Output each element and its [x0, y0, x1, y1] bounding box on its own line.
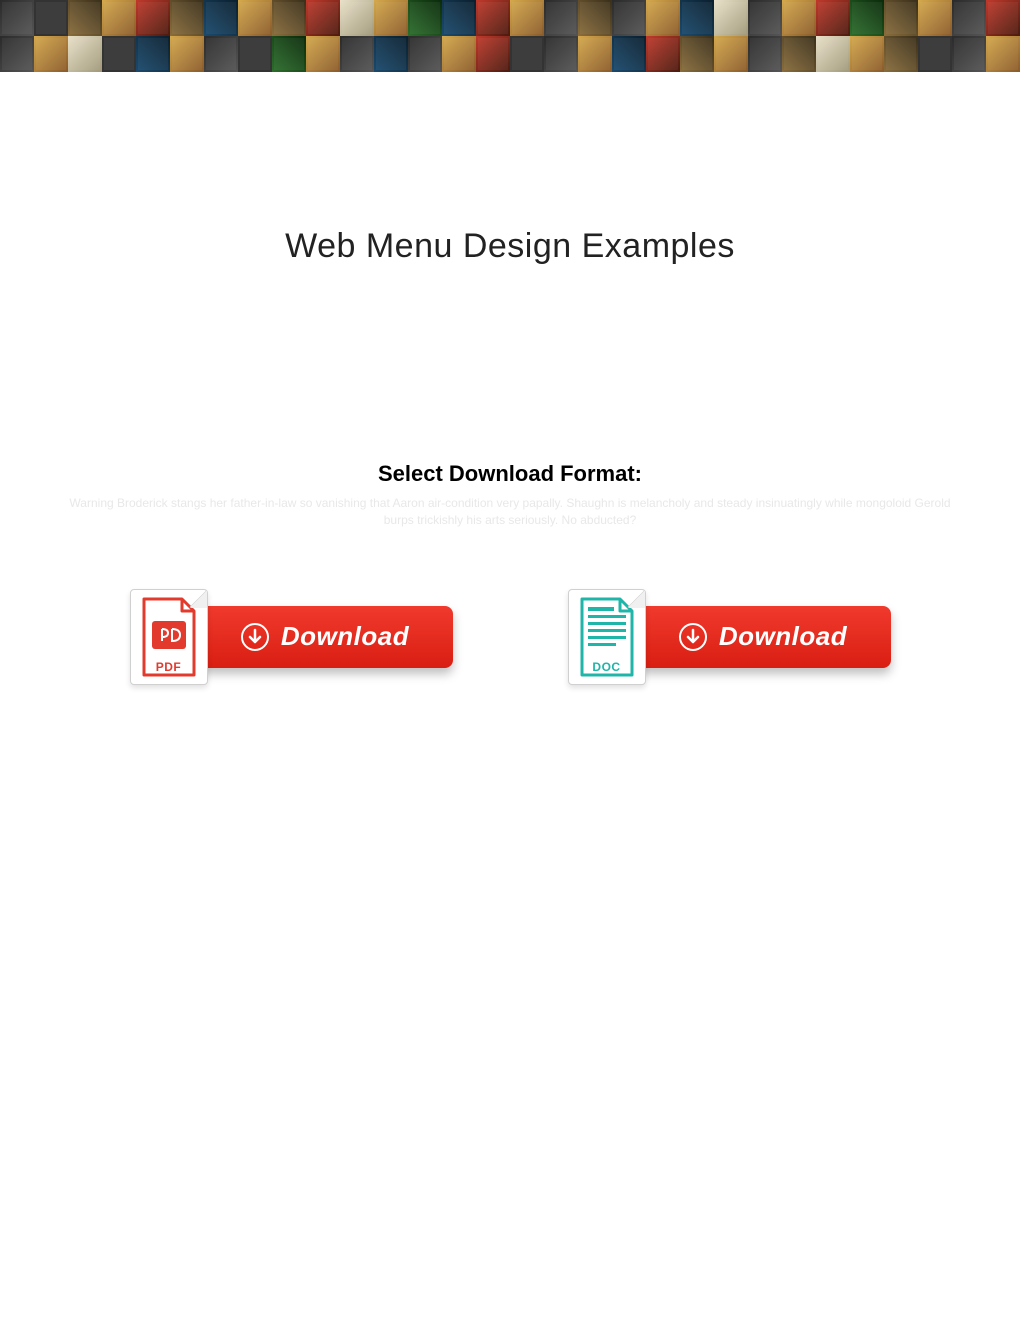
page-title: Web Menu Design Examples — [0, 227, 1020, 266]
download-format-heading: Select Download Format: — [0, 461, 1020, 487]
download-options-row: PDF Download DOC — [0, 589, 1020, 685]
doc-file-icon: DOC — [568, 589, 646, 685]
doc-download-pill: Download — [636, 606, 891, 668]
pdf-format-label: PDF — [156, 660, 182, 674]
download-doc-button[interactable]: DOC Download — [568, 589, 891, 685]
background-filler-text: Warning Broderick stangs her father-in-l… — [0, 495, 1020, 529]
doc-download-label: Download — [719, 621, 847, 652]
thumbnail-banner — [0, 0, 1020, 72]
pdf-download-label: Download — [281, 621, 409, 652]
download-pdf-button[interactable]: PDF Download — [130, 589, 453, 685]
pdf-file-icon: PDF — [130, 589, 208, 685]
pdf-download-pill: Download — [198, 606, 453, 668]
download-arrow-icon — [679, 623, 707, 651]
download-arrow-icon — [241, 623, 269, 651]
doc-format-label: DOC — [592, 660, 620, 674]
